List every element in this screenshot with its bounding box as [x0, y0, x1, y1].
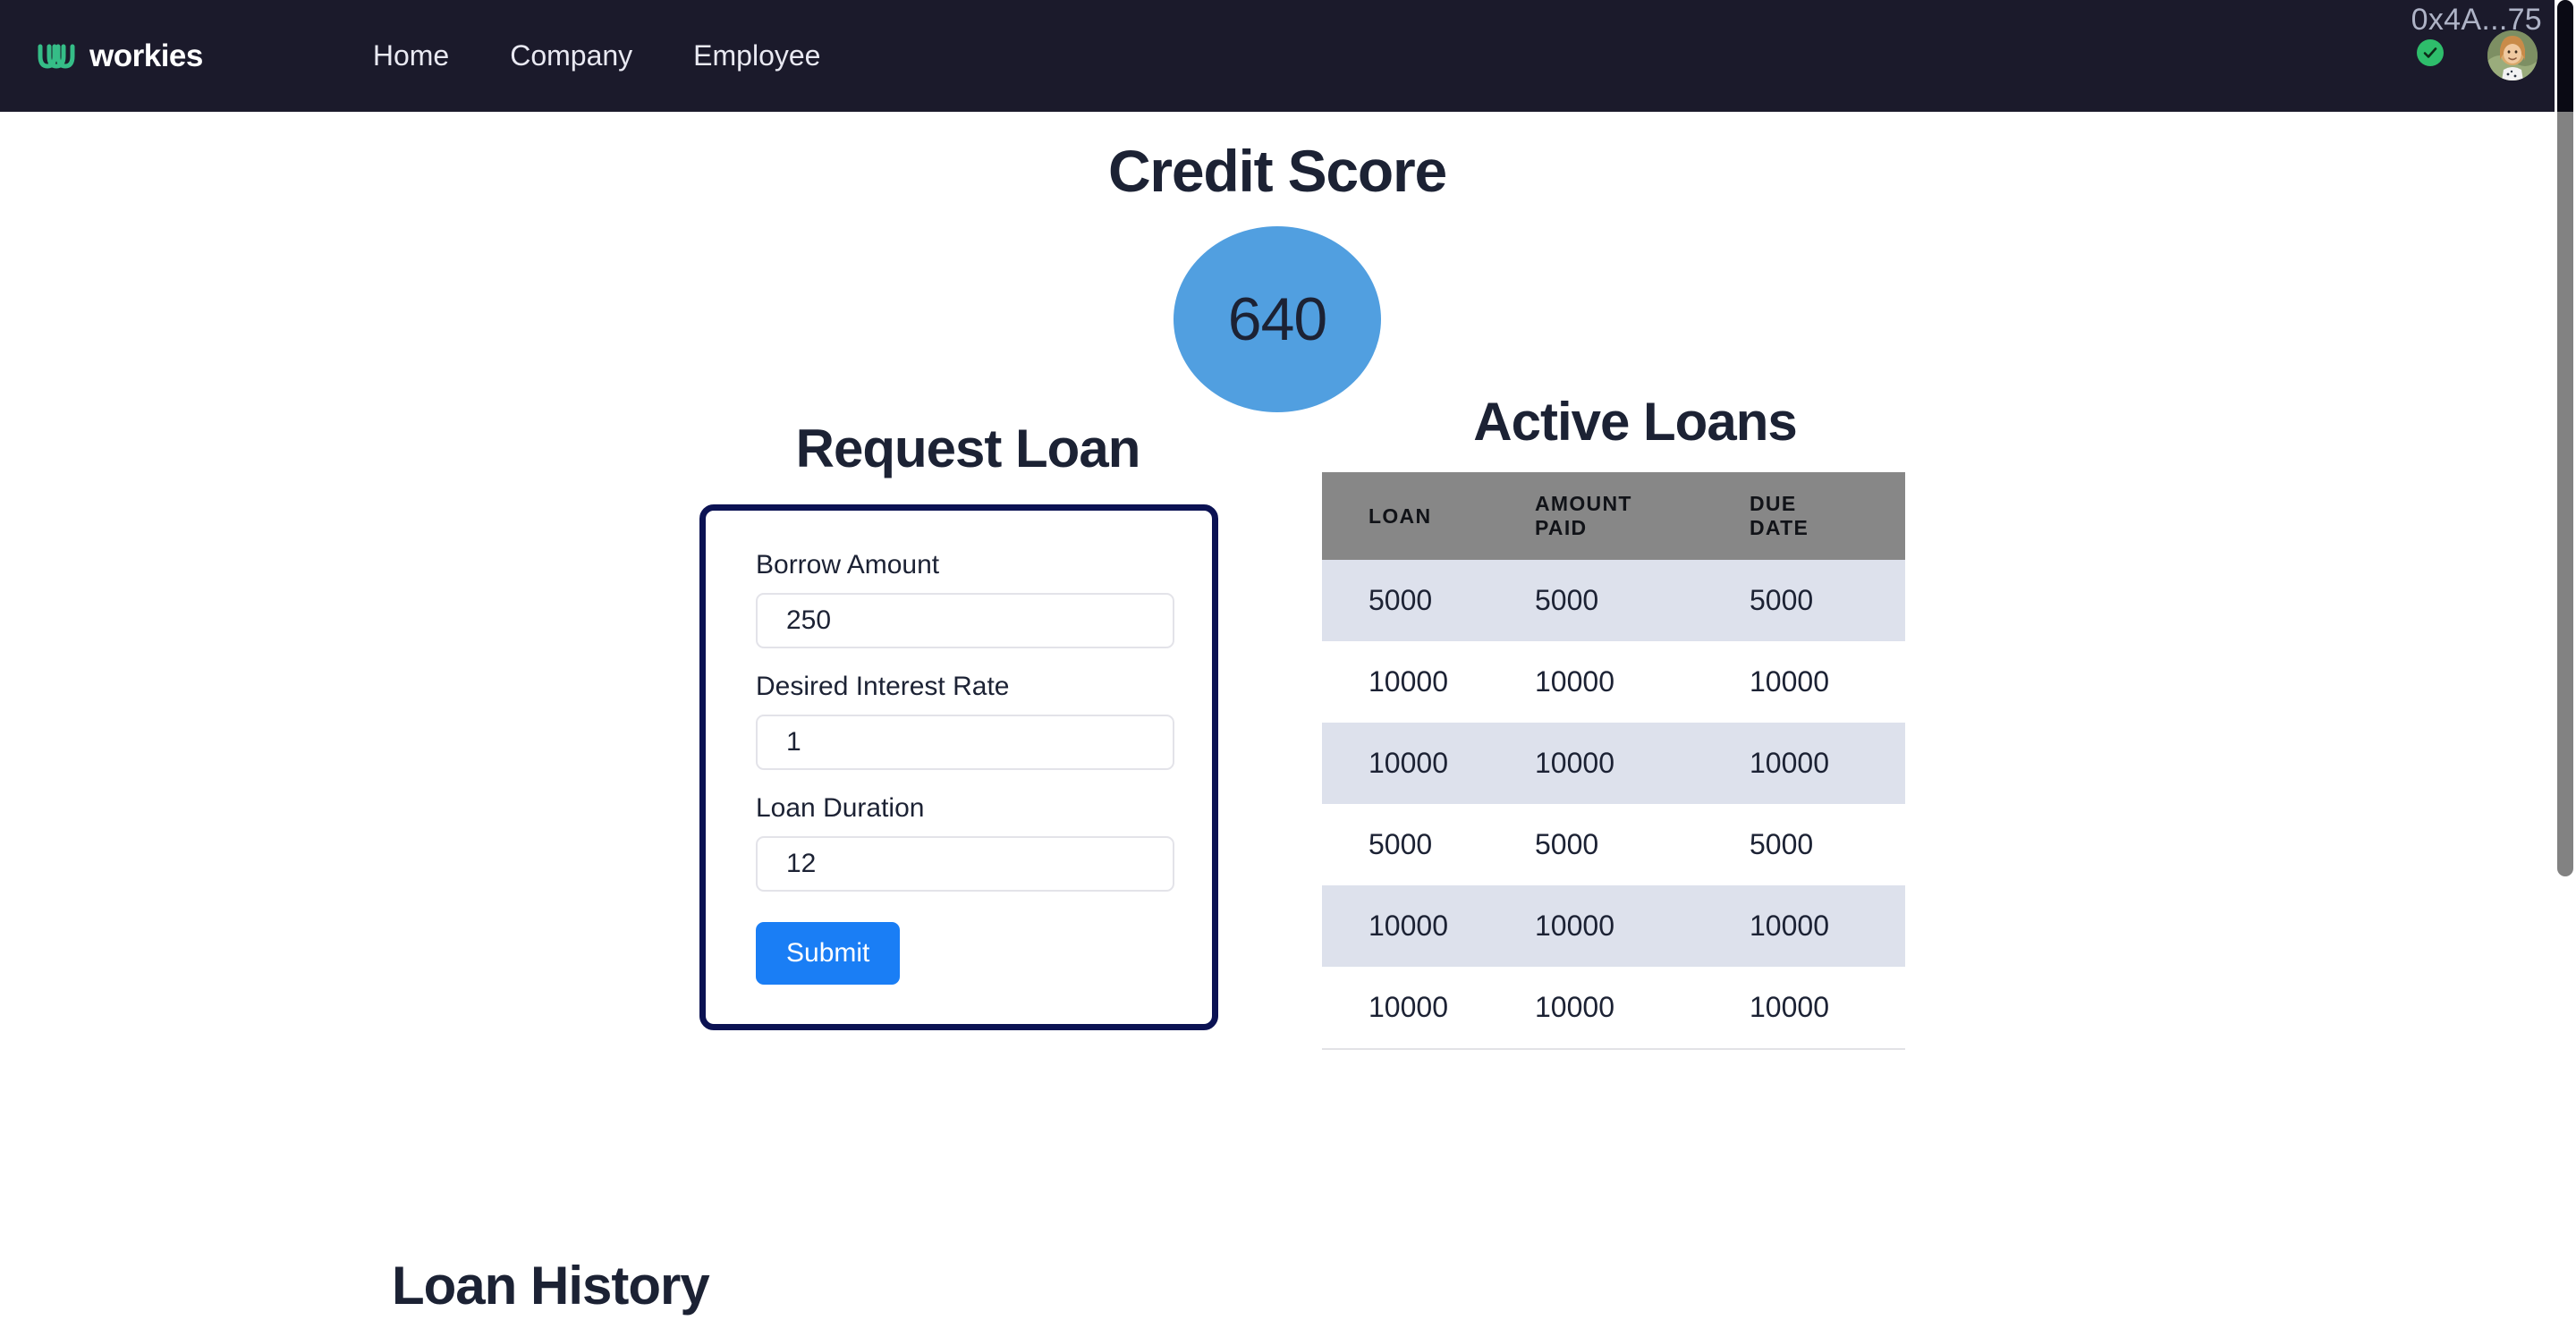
loan-duration-input[interactable]: [756, 836, 1174, 892]
page-scrollbar-track[interactable]: [2555, 0, 2576, 1320]
top-navbar: workies Home Company Employee 0x4A...75: [0, 0, 2576, 112]
nav-link-home[interactable]: Home: [373, 39, 449, 72]
table-row[interactable]: 5000 5000 5000: [1322, 804, 1905, 885]
borrow-amount-label: Borrow Amount: [756, 550, 940, 580]
request-loan-card: Borrow Amount Desired Interest Rate Loan…: [699, 504, 1218, 1030]
cell-loan: 5000: [1368, 828, 1433, 860]
brand-name: workies: [89, 38, 203, 73]
table-header-row: LOAN AMOUNT PAID DUE DATE: [1322, 472, 1905, 560]
cell-loan: 5000: [1368, 584, 1433, 616]
request-loan-section: Request Loan Borrow Amount Desired Inter…: [699, 418, 1236, 1030]
column-header-amount-paid-label: AMOUNT PAID: [1535, 492, 1632, 539]
cell-due-date: 5000: [1750, 584, 1814, 616]
cell-loan: 10000: [1368, 991, 1448, 1023]
loan-history-title: Loan History: [392, 1256, 710, 1316]
cell-loan: 10000: [1368, 665, 1448, 698]
page-scrollbar-thumb-overlay[interactable]: [2557, 0, 2573, 112]
table-row[interactable]: 10000 10000 10000: [1322, 967, 1905, 1049]
cell-amount-paid: 5000: [1535, 584, 1599, 616]
table-row[interactable]: 10000 10000 10000: [1322, 723, 1905, 804]
active-loans-table: LOAN AMOUNT PAID DUE DATE 5000 5000 5000…: [1322, 472, 1905, 1050]
table-row[interactable]: 10000 10000 10000: [1322, 641, 1905, 723]
cell-amount-paid: 10000: [1535, 910, 1614, 942]
active-loans-title: Active Loans: [1473, 392, 1797, 452]
interest-rate-input[interactable]: [756, 715, 1174, 770]
cell-due-date: 10000: [1750, 910, 1829, 942]
cell-due-date: 10000: [1750, 991, 1829, 1023]
interest-rate-label: Desired Interest Rate: [756, 672, 1010, 701]
loan-history-section: Loan History: [0, 1255, 2555, 1320]
cell-amount-paid: 10000: [1535, 747, 1614, 779]
column-header-due-date-label: DUE DATE: [1750, 492, 1809, 539]
borrow-amount-input[interactable]: [756, 593, 1174, 648]
cell-loan: 10000: [1368, 910, 1448, 942]
check-circle-icon: [2417, 39, 2444, 66]
active-loans-thead: LOAN AMOUNT PAID DUE DATE: [1322, 472, 1905, 560]
page-scrollbar-thumb[interactable]: [2557, 0, 2573, 876]
nav-link-employee[interactable]: Employee: [693, 39, 820, 72]
page-content: Credit Score 640 Request Loan Borrow Amo…: [0, 112, 2555, 1320]
table-row[interactable]: 10000 10000 10000: [1322, 885, 1905, 967]
loan-duration-label: Loan Duration: [756, 793, 925, 823]
cell-amount-paid: 10000: [1535, 991, 1614, 1023]
cell-due-date: 5000: [1750, 828, 1814, 860]
table-row[interactable]: 5000 5000 5000: [1322, 560, 1905, 641]
main-columns: Request Loan Borrow Amount Desired Inter…: [0, 392, 2555, 1223]
avatar[interactable]: [2487, 30, 2538, 80]
nav-link-company[interactable]: Company: [510, 39, 632, 72]
column-header-amount-paid[interactable]: AMOUNT PAID: [1535, 472, 1750, 560]
column-header-due-date[interactable]: DUE DATE: [1750, 472, 1905, 560]
brand[interactable]: workies: [38, 38, 203, 74]
credit-score-value: 640: [1227, 285, 1327, 353]
column-header-loan[interactable]: LOAN: [1322, 472, 1535, 560]
wallet-block: 0x4A...75: [2292, 0, 2542, 112]
credit-score-circle: 640: [1174, 226, 1381, 412]
cell-loan: 10000: [1368, 747, 1448, 779]
cell-due-date: 10000: [1750, 665, 1829, 698]
request-loan-title: Request Loan: [795, 419, 1141, 478]
submit-button[interactable]: Submit: [756, 922, 901, 985]
active-loans-tbody: 5000 5000 5000 10000 10000 10000 10000 1…: [1322, 560, 1905, 1049]
nav-links: Home Company Employee: [373, 39, 821, 72]
workies-w-logo-icon: [38, 41, 77, 72]
active-loans-section: Active Loans LOAN AMOUNT PAID DUE DATE 5…: [1322, 391, 1948, 1050]
column-header-loan-label: LOAN: [1368, 503, 1432, 528]
cell-amount-paid: 10000: [1535, 665, 1614, 698]
credit-score-title: Credit Score: [1107, 138, 1447, 204]
cell-due-date: 10000: [1750, 747, 1829, 779]
cell-amount-paid: 5000: [1535, 828, 1599, 860]
